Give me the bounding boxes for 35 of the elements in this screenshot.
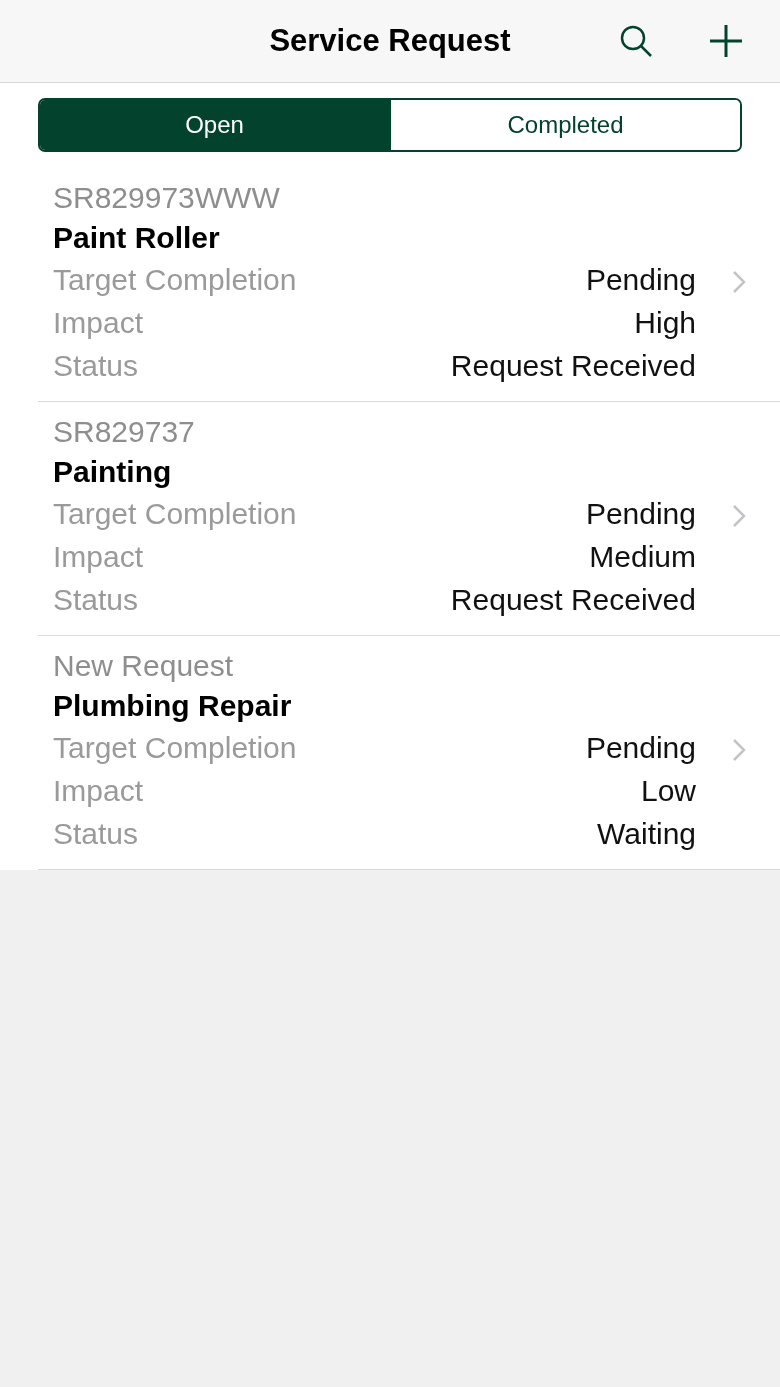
tab[interactable]: Completed — [389, 100, 740, 150]
request-id: New Request — [53, 648, 235, 684]
field-label: Target Completion — [53, 730, 297, 765]
request-title: Paint Roller — [53, 220, 221, 256]
field-label: Status — [53, 348, 139, 383]
field-label: Impact — [53, 305, 144, 340]
field-label: Impact — [53, 539, 144, 574]
field-value: Medium — [589, 539, 696, 574]
field-label: Target Completion — [53, 496, 297, 531]
search-icon — [618, 23, 654, 59]
screen-title: Service Request — [269, 23, 511, 59]
tab[interactable]: Open — [40, 100, 389, 150]
chevron-icon — [732, 504, 746, 528]
field-label: Target Completion — [53, 262, 297, 297]
request-title: Plumbing Repair — [53, 688, 293, 724]
chevron-icon — [732, 738, 746, 762]
field-label: Status — [53, 582, 139, 617]
field-value: Pending — [585, 262, 696, 297]
field-label: Status — [53, 816, 139, 851]
field-value: Request Received — [450, 582, 696, 617]
request-item[interactable]: SR829973WWW Paint Roller Target Completion Pending Impact High Status Request Received — [38, 168, 780, 402]
field-value: High — [634, 305, 696, 340]
field-value: Request Received — [450, 348, 696, 383]
plus-icon — [709, 24, 743, 58]
field-label: Impact — [53, 773, 144, 808]
field-value: Low — [640, 773, 696, 808]
request-title: Painting — [53, 454, 173, 490]
request-item[interactable]: New Request Plumbing Repair Target Completion Pending Impact Low Status Waiting — [38, 636, 780, 870]
field-value: Waiting — [597, 816, 696, 851]
request-id: SR829737 — [53, 414, 196, 450]
chevron-icon — [732, 270, 746, 294]
request-id: SR829973WWW — [53, 180, 281, 216]
field-value: Pending — [585, 496, 696, 531]
field-value: Pending — [585, 730, 696, 765]
request-item[interactable]: SR829737 Painting Target Completion Pending Impact Medium Status Request Received — [38, 402, 780, 636]
